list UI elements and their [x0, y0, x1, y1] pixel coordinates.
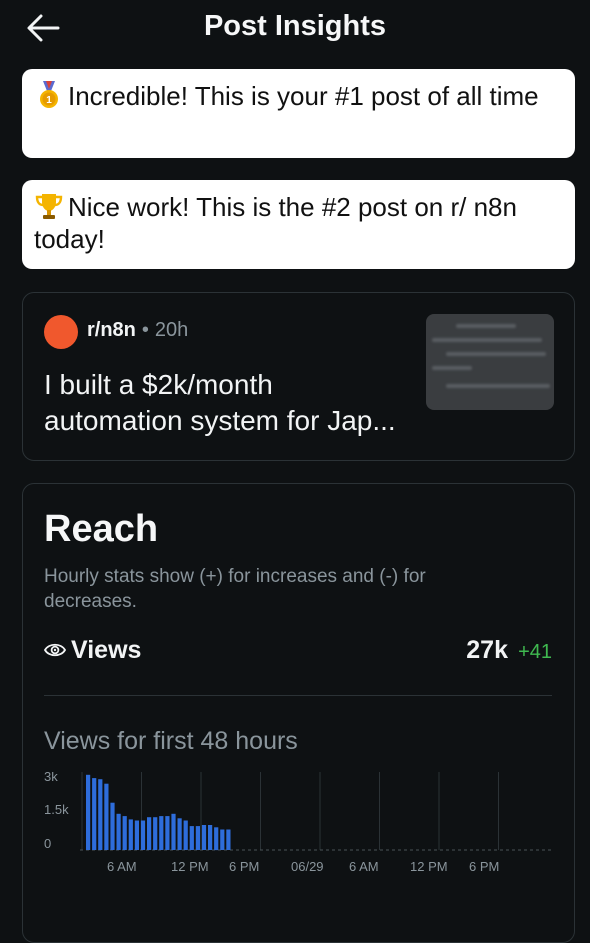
chart-bar [201, 825, 207, 850]
chart-bar [189, 826, 194, 850]
first-place-medal-icon: 1 [40, 81, 58, 108]
chart-bar [153, 817, 158, 850]
banner-text: Nice work! This is the #2 post on r/ n8n… [34, 192, 517, 254]
y-tick-label: 1.5k [44, 802, 69, 817]
views-total: 27k [466, 636, 508, 664]
chart-bar [122, 816, 127, 850]
subreddit-name[interactable]: r/n8n [87, 319, 136, 341]
chart-bar [128, 819, 133, 850]
meta-separator: • [141, 319, 149, 341]
reach-title: Reach [44, 508, 159, 550]
svg-text:1: 1 [46, 95, 52, 106]
chart-bar [214, 827, 219, 851]
chart-bar [195, 826, 200, 850]
divider [44, 695, 552, 696]
trophy-icon [35, 194, 63, 219]
post-preview-card[interactable]: r/n8n • 20h I built a $2k/month automation… [22, 292, 575, 461]
post-thumbnail[interactable] [426, 314, 554, 410]
banner-text: Incredible! This is your #1 post of all … [68, 81, 539, 111]
reach-subtitle: Hourly stats show (+) for increases and … [44, 566, 426, 612]
post-title[interactable]: I built a $2k/month automation system fo… [44, 367, 414, 439]
chart-bar [134, 820, 139, 850]
views-label: Views [71, 636, 142, 664]
chart-bar [147, 817, 152, 850]
chart-title: Views for first 48 hours [44, 727, 298, 755]
post-meta: r/n8n • 20h [87, 319, 188, 342]
header: Post Insights [0, 0, 590, 58]
views-row: Views 27k +41 [44, 634, 552, 668]
chart-bar [177, 818, 182, 850]
chart-bar [140, 820, 146, 850]
chart-bar [116, 813, 121, 850]
x-tick-label: 06/29 [291, 859, 324, 874]
chart-bar [159, 816, 164, 850]
eye-icon [44, 643, 66, 657]
post-age: 20h [154, 319, 189, 341]
achievement-banner-top-post: 1 Incredible! This is your #1 post of al… [22, 69, 575, 158]
reach-card: Reach Hourly stats show (+) for increase… [22, 483, 575, 943]
chart-bar [171, 813, 176, 850]
x-tick-label: 6 AM [349, 859, 379, 874]
subreddit-avatar [44, 315, 78, 349]
chart-bar [165, 816, 170, 850]
chart-bar [104, 783, 109, 850]
chart-bar [92, 778, 97, 850]
x-tick-label: 6 AM [107, 859, 137, 874]
chart-bar [208, 825, 213, 850]
chart-bar [226, 829, 231, 850]
chart-bar [98, 779, 103, 850]
chart-bar [110, 802, 115, 850]
x-tick-label: 6 PM [469, 859, 499, 874]
chart-bar [86, 774, 91, 850]
x-tick-label: 6 PM [229, 859, 259, 874]
chart-bar [183, 820, 188, 850]
views-change: +41 [518, 641, 552, 663]
views-chart: 3k 1.5k 0 6 AM 12 PM 6 PM 06/29 6 AM 12 PM 6 PM [44, 772, 551, 874]
page-title: Post Insights [203, 10, 387, 42]
x-tick-label: 12 PM [410, 859, 448, 874]
x-tick-label: 12 PM [171, 859, 209, 874]
chart-bar [220, 829, 225, 850]
achievement-banner-subreddit-rank: Nice work! This is the #2 post on r/ n8n… [22, 180, 575, 269]
y-tick-label: 3k [44, 772, 58, 784]
y-tick-label: 0 [44, 836, 51, 851]
